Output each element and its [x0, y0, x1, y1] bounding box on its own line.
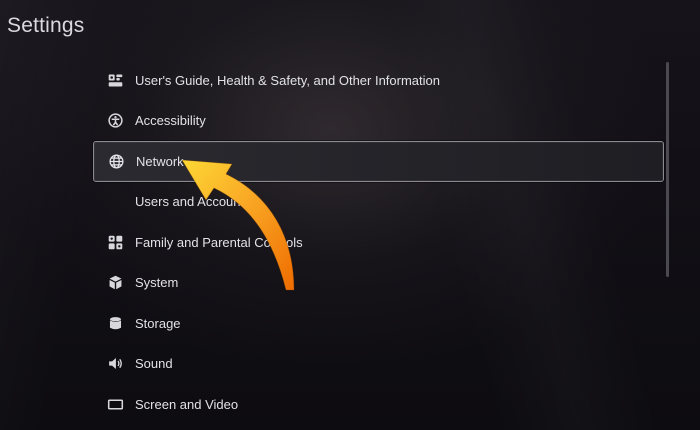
- page-title: Settings: [7, 14, 85, 37]
- accessibility-icon: [105, 111, 125, 131]
- menu-item-label: Network: [136, 153, 184, 169]
- storage-icon: [105, 313, 125, 333]
- settings-menu: User's Guide, Health & Safety, and Other…: [93, 60, 664, 425]
- menu-item-sound[interactable]: Sound: [93, 344, 664, 385]
- menu-item-family-controls[interactable]: Family and Parental Controls: [93, 222, 664, 263]
- menu-item-accessibility[interactable]: Accessibility: [93, 101, 664, 142]
- menu-item-storage[interactable]: Storage: [93, 303, 664, 344]
- menu-item-label: Family and Parental Controls: [135, 234, 303, 250]
- menu-item-system[interactable]: System: [93, 263, 664, 304]
- menu-item-label: Accessibility: [135, 113, 206, 129]
- menu-item-label: Users and Accounts: [135, 194, 251, 210]
- globe-icon: [106, 151, 126, 171]
- users-guide-icon: [105, 70, 125, 90]
- scrollbar[interactable]: [666, 62, 669, 277]
- cube-icon: [105, 273, 125, 293]
- menu-item-label: Screen and Video: [135, 396, 239, 412]
- speaker-icon: [105, 354, 125, 374]
- menu-item-label: Sound: [135, 356, 173, 372]
- menu-item-label: System: [135, 275, 179, 291]
- family-controls-icon: [105, 232, 125, 252]
- screen-icon: [105, 394, 125, 414]
- users-accounts-icon: [105, 192, 125, 212]
- menu-item-label: User's Guide, Health & Safety, and Other…: [135, 72, 440, 88]
- menu-item-users-guide[interactable]: User's Guide, Health & Safety, and Other…: [93, 60, 664, 101]
- menu-item-users-accounts[interactable]: Users and Accounts: [93, 182, 664, 223]
- menu-item-label: Storage: [135, 315, 181, 331]
- menu-item-screen-video[interactable]: Screen and Video: [93, 384, 664, 425]
- menu-item-network[interactable]: Network: [93, 141, 664, 182]
